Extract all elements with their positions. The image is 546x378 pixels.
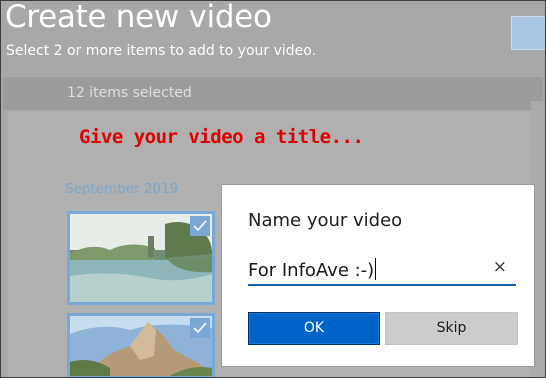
selected-count: 12 items selected: [67, 85, 192, 101]
video-name-value: For InfoAve :-): [248, 258, 377, 281]
photo-thumbnail[interactable]: [67, 313, 215, 377]
selected-checkmark[interactable]: [190, 318, 210, 338]
dialog-title: Name your video: [248, 210, 403, 231]
video-name-input[interactable]: For InfoAve :-) ×: [248, 255, 516, 286]
next-button[interactable]: [511, 16, 545, 50]
check-icon: [193, 322, 207, 334]
selected-checkmark[interactable]: [190, 216, 210, 236]
check-icon: [193, 220, 207, 232]
text-caret: [375, 258, 377, 280]
clear-icon[interactable]: ×: [493, 257, 507, 277]
name-video-dialog: Name your video For InfoAve :-) × OK Ski…: [221, 184, 535, 367]
video-name-text: For InfoAve :-): [248, 260, 375, 281]
photo-thumbnail[interactable]: [67, 211, 215, 305]
create-video-window: Create new video Select 2 or more items …: [0, 0, 546, 378]
skip-button[interactable]: Skip: [385, 312, 518, 345]
month-heading: September 2019: [65, 181, 179, 197]
page-subtitle: Select 2 or more items to add to your vi…: [6, 43, 317, 59]
ok-button[interactable]: OK: [248, 312, 380, 345]
annotation-text: Give your video a title...: [79, 126, 364, 148]
page-title: Create new video: [5, 0, 272, 35]
